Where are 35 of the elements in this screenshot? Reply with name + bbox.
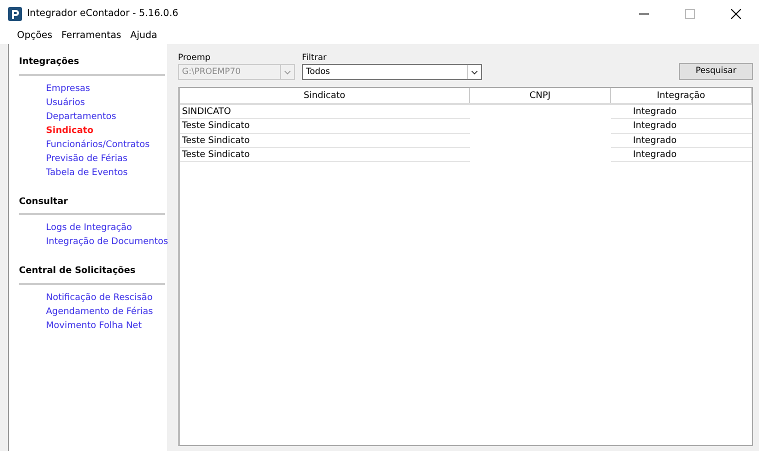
sidebar-link[interactable]: Departamentos bbox=[19, 110, 116, 124]
table-cell: Teste Sindicato bbox=[180, 148, 470, 162]
table-cell: Integrado bbox=[611, 105, 752, 120]
column-header[interactable]: Sindicato bbox=[180, 88, 470, 103]
field-label: Filtrar bbox=[302, 53, 328, 64]
section-title: Central de Solicitações bbox=[19, 263, 165, 284]
table-cell: Integrado bbox=[611, 134, 752, 148]
table-cell: Teste Sindicato bbox=[180, 134, 470, 148]
sidebar-link[interactable]: Empresas bbox=[19, 82, 90, 96]
table-cell: SINDICATO bbox=[180, 105, 470, 120]
app-logo-icon bbox=[8, 7, 22, 21]
filter-dropdown[interactable]: Todos bbox=[302, 64, 482, 80]
table-cell: Integrado bbox=[611, 119, 752, 134]
column-header[interactable]: CNPJ bbox=[470, 88, 611, 103]
sidebar-link[interactable]: Sindicato bbox=[19, 124, 94, 138]
sidebar-link[interactable]: Notificação de Rescisão bbox=[19, 290, 153, 304]
table-cell: Teste Sindicato bbox=[180, 119, 470, 134]
menu-item[interactable]: Ajuda bbox=[130, 28, 158, 44]
sidebar-link[interactable]: Agendamento de Férias bbox=[19, 304, 153, 318]
sidebar-link[interactable]: Previsão de Férias bbox=[19, 152, 128, 166]
sidebar-link[interactable]: Funcionários/Contratos bbox=[19, 138, 150, 152]
menu-item[interactable]: Opções bbox=[17, 28, 52, 44]
sidebar-link[interactable]: Movimento Folha Net bbox=[19, 318, 142, 332]
sidebar-link[interactable]: Tabela de Eventos bbox=[19, 166, 128, 180]
search-button[interactable]: Pesquisar bbox=[679, 63, 753, 80]
table-cell: Integrado bbox=[611, 148, 752, 162]
sidebar-link[interactable]: Usuários bbox=[19, 96, 85, 110]
menu-item[interactable]: Ferramentas bbox=[61, 28, 122, 44]
field-label: Proemp bbox=[178, 53, 212, 64]
sidebar-link[interactable]: Integração de Documentos bbox=[19, 235, 168, 249]
window-title: Integrador eContador - 5.16.0.6 bbox=[27, 6, 178, 21]
section-title: Integrações bbox=[19, 54, 165, 76]
column-header[interactable]: Integração bbox=[611, 88, 752, 103]
sidebar-link[interactable]: Logs de Integração bbox=[19, 221, 132, 235]
section-title: Consultar bbox=[19, 194, 165, 215]
